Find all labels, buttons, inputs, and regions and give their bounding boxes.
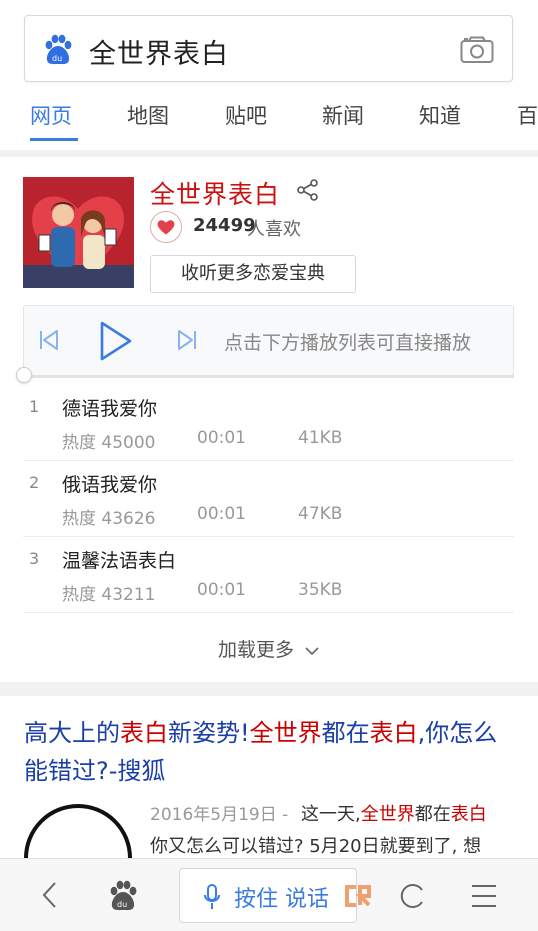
- active-tab-indicator: [30, 138, 78, 141]
- track-name[interactable]: 俄语我爱你: [62, 470, 157, 497]
- track-size: 47KB: [298, 504, 343, 524]
- camera-icon[interactable]: [460, 36, 494, 64]
- voice-search-button[interactable]: 按住 说话: [179, 868, 357, 923]
- track-row[interactable]: 1 德语我爱你 热度 45000 00:01 41KB: [23, 385, 514, 461]
- track-size: 35KB: [298, 580, 343, 600]
- album-cover-image[interactable]: [23, 177, 134, 288]
- tab-tieba[interactable]: 贴吧: [225, 100, 267, 130]
- header: du 全世界表白 网页 地图 贴吧 新闻 知道 百: [0, 0, 538, 150]
- result-date: 2016年5月19日 -: [150, 805, 289, 825]
- tab-map[interactable]: 地图: [127, 100, 169, 130]
- progress-track[interactable]: [23, 375, 514, 378]
- load-more-button[interactable]: 加载更多: [0, 635, 538, 662]
- track-row[interactable]: 3 温馨法语表白 热度 43211 00:01 35KB: [23, 537, 514, 613]
- menu-icon[interactable]: [470, 883, 498, 909]
- progress-knob[interactable]: [16, 367, 32, 383]
- result-thumbnail[interactable]: [24, 804, 132, 866]
- tab-bar: 网页 地图 贴吧 新闻 知道 百: [0, 96, 538, 144]
- music-card: 全世界表白 24499 人喜欢 收听更多恋爱宝典 点击下方播放列表可直接播放 1…: [0, 157, 538, 682]
- microphone-icon: [204, 884, 220, 909]
- voice-button-label: 按住 说话: [234, 887, 329, 912]
- baidu-home-icon[interactable]: du: [106, 879, 140, 913]
- music-title[interactable]: 全世界表白: [150, 175, 280, 211]
- track-heat: 热度 43626: [62, 509, 156, 529]
- track-name[interactable]: 温馨法语表白: [62, 546, 176, 573]
- like-unit: 人喜欢: [247, 219, 301, 240]
- chevron-down-icon: [305, 646, 319, 655]
- track-duration: 00:01: [197, 580, 246, 600]
- result-title-link[interactable]: 高大上的表白新姿势!全世界都在表白,你怎么能错过?-搜狐: [24, 714, 514, 790]
- track-duration: 00:01: [197, 428, 246, 448]
- load-more-label: 加载更多: [217, 639, 294, 661]
- previous-track-icon[interactable]: [38, 328, 60, 352]
- track-number: 1: [29, 397, 40, 416]
- play-icon[interactable]: [98, 320, 134, 362]
- tab-news[interactable]: 新闻: [322, 100, 364, 130]
- svg-text:du: du: [52, 54, 62, 63]
- share-icon[interactable]: [297, 179, 319, 201]
- search-result: 高大上的表白新姿势!全世界都在表白,你怎么能错过?-搜狐 2016年5月19日 …: [0, 696, 538, 866]
- player-hint: 点击下方播放列表可直接播放: [224, 332, 472, 354]
- audio-player: 点击下方播放列表可直接播放: [23, 305, 514, 376]
- heart-icon[interactable]: [150, 211, 182, 243]
- track-number: 3: [29, 549, 40, 568]
- search-box[interactable]: du 全世界表白: [24, 15, 513, 82]
- track-name[interactable]: 德语我爱你: [62, 394, 157, 421]
- tab-web[interactable]: 网页: [30, 100, 72, 130]
- track-row[interactable]: 2 俄语我爱你 热度 43626 00:01 47KB: [23, 461, 514, 537]
- search-query[interactable]: 全世界表白: [89, 32, 229, 71]
- watermark-logo: [345, 885, 371, 907]
- back-icon[interactable]: [38, 879, 62, 911]
- svg-text:du: du: [117, 900, 127, 909]
- tab-more[interactable]: 百: [517, 100, 538, 130]
- track-heat: 热度 45000: [62, 433, 156, 453]
- baidu-paw-icon: du: [45, 34, 72, 65]
- next-track-icon[interactable]: [176, 328, 198, 352]
- refresh-icon[interactable]: [398, 881, 428, 911]
- listen-more-button[interactable]: 收听更多恋爱宝典: [150, 255, 356, 293]
- result-snippet-line2: 你又怎么可以错过? 5月20日就要到了, 想: [150, 836, 482, 857]
- track-size: 41KB: [298, 428, 343, 448]
- result-snippet-line1: 这一天,全世界都在表白: [301, 804, 487, 825]
- track-heat: 热度 43211: [62, 585, 156, 605]
- bottom-toolbar: du 按住 说话: [0, 858, 538, 931]
- track-duration: 00:01: [197, 504, 246, 524]
- tab-zhidao[interactable]: 知道: [419, 100, 461, 130]
- track-number: 2: [29, 473, 40, 492]
